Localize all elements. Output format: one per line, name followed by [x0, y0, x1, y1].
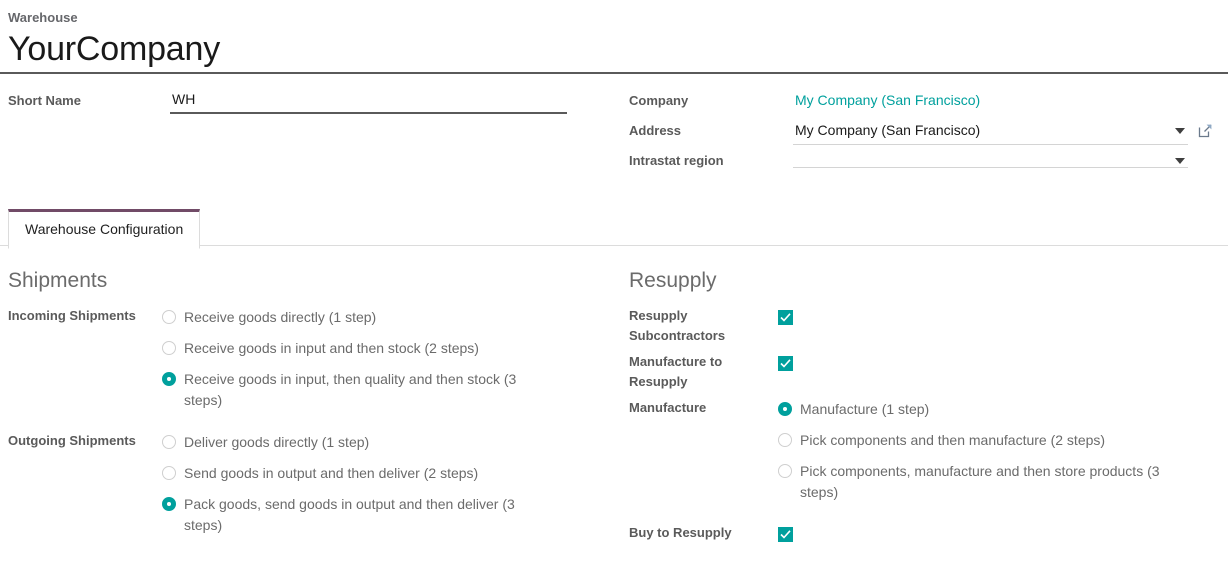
- radio-label: Send goods in output and then deliver (2…: [184, 463, 478, 484]
- external-link-icon[interactable]: [1198, 123, 1213, 138]
- company-link[interactable]: My Company (San Francisco): [793, 88, 980, 110]
- radio-option[interactable]: Pick components and then manufacture (2 …: [778, 430, 1228, 451]
- spacer: [614, 509, 1228, 523]
- form-header: Warehouse YourCompany: [0, 0, 1228, 74]
- manufacture-row: Manufacture Manufacture (1 step) Pick co…: [614, 398, 1228, 503]
- field-column-left: Short Name WH: [0, 88, 614, 178]
- radio-label: Pick components and then manufacture (2 …: [800, 430, 1105, 451]
- radio-icon[interactable]: [162, 341, 176, 355]
- spacer: [0, 417, 614, 431]
- resupply-subcontractors-row: Resupply Subcontractors: [614, 306, 1228, 346]
- manufacture-label: Manufacture: [614, 398, 778, 418]
- field-grid: Short Name WH Company My Company (San Fr…: [0, 74, 1228, 178]
- chevron-down-icon[interactable]: [1175, 128, 1185, 134]
- intrastat-select-value: [793, 148, 1188, 168]
- short-name-input[interactable]: WH: [170, 88, 567, 114]
- radio-option[interactable]: Manufacture (1 step): [778, 399, 1228, 420]
- warehouse-configuration-page: Shipments Incoming Shipments Receive goo…: [0, 246, 1228, 551]
- check-icon: [780, 358, 791, 369]
- shipments-group: Shipments Incoming Shipments Receive goo…: [0, 268, 614, 551]
- address-select-value: My Company (San Francisco): [793, 118, 1188, 145]
- radio-icon-selected[interactable]: [162, 497, 176, 511]
- incoming-shipments-radiogroup: Receive goods directly (1 step) Receive …: [162, 306, 614, 411]
- outgoing-shipments-row: Outgoing Shipments Deliver goods directl…: [0, 431, 614, 536]
- radio-option[interactable]: Pick components, manufacture and then st…: [778, 461, 1228, 503]
- intrastat-value-wrap: [793, 148, 1228, 168]
- radio-label: Receive goods directly (1 step): [184, 307, 376, 328]
- outgoing-shipments-radiogroup: Deliver goods directly (1 step) Send goo…: [162, 431, 614, 536]
- radio-icon[interactable]: [778, 433, 792, 447]
- short-name-value-wrap: WH: [170, 88, 614, 114]
- incoming-shipments-row: Incoming Shipments Receive goods directl…: [0, 306, 614, 411]
- outgoing-shipments-label: Outgoing Shipments: [0, 431, 162, 451]
- radio-label: Pick components, manufacture and then st…: [800, 461, 1180, 503]
- incoming-shipments-label: Incoming Shipments: [0, 306, 162, 326]
- field-row-address: Address My Company (San Francisco): [629, 118, 1228, 146]
- radio-icon[interactable]: [778, 464, 792, 478]
- shipments-title: Shipments: [0, 268, 614, 294]
- field-column-right: Company My Company (San Francisco) Addre…: [614, 88, 1228, 178]
- radio-option[interactable]: Deliver goods directly (1 step): [162, 432, 614, 453]
- radio-icon[interactable]: [162, 310, 176, 324]
- breadcrumb: Warehouse: [8, 10, 1214, 26]
- manufacture-to-resupply-row: Manufacture to Resupply: [614, 352, 1228, 392]
- manufacture-to-resupply-label: Manufacture to Resupply: [614, 352, 778, 392]
- manufacture-to-resupply-checkbox[interactable]: [778, 356, 793, 371]
- radio-option[interactable]: Receive goods in input, then quality and…: [162, 369, 614, 411]
- company-value-wrap: My Company (San Francisco): [793, 88, 1228, 110]
- resupply-subcontractors-label: Resupply Subcontractors: [614, 306, 778, 346]
- intrastat-select[interactable]: [793, 148, 1188, 168]
- resupply-subcontractors-value: [778, 306, 1228, 328]
- buy-to-resupply-label: Buy to Resupply: [614, 523, 778, 543]
- field-row-intrastat: Intrastat region: [629, 148, 1228, 176]
- radio-icon-selected[interactable]: [778, 402, 792, 416]
- manufacture-to-resupply-value: [778, 352, 1228, 374]
- radio-option[interactable]: Pack goods, send goods in output and the…: [162, 494, 614, 536]
- resupply-subcontractors-checkbox[interactable]: [778, 310, 793, 325]
- company-label: Company: [629, 88, 793, 111]
- radio-icon-selected[interactable]: [162, 372, 176, 386]
- radio-label: Pack goods, send goods in output and the…: [184, 494, 534, 536]
- buy-to-resupply-value: [778, 523, 1228, 545]
- check-icon: [780, 312, 791, 323]
- page-title: YourCompany: [8, 28, 1214, 70]
- intrastat-label: Intrastat region: [629, 148, 793, 171]
- short-name-label: Short Name: [8, 88, 170, 111]
- chevron-down-icon[interactable]: [1175, 158, 1185, 164]
- radio-icon[interactable]: [162, 435, 176, 449]
- buy-to-resupply-checkbox[interactable]: [778, 527, 793, 542]
- address-value-wrap: My Company (San Francisco): [793, 118, 1228, 145]
- radio-icon[interactable]: [162, 466, 176, 480]
- notebook-tabs: Warehouse Configuration: [0, 208, 1228, 246]
- manufacture-radiogroup: Manufacture (1 step) Pick components and…: [778, 398, 1228, 503]
- radio-label: Receive goods in input and then stock (2…: [184, 338, 479, 359]
- tab-warehouse-configuration[interactable]: Warehouse Configuration: [8, 209, 200, 249]
- check-icon: [780, 529, 791, 540]
- radio-option[interactable]: Receive goods directly (1 step): [162, 307, 614, 328]
- buy-to-resupply-row: Buy to Resupply: [614, 523, 1228, 545]
- resupply-title: Resupply: [614, 268, 1228, 294]
- radio-label: Manufacture (1 step): [800, 399, 929, 420]
- radio-label: Receive goods in input, then quality and…: [184, 369, 534, 411]
- radio-label: Deliver goods directly (1 step): [184, 432, 369, 453]
- address-label: Address: [629, 118, 793, 141]
- field-row-short-name: Short Name WH: [8, 88, 614, 116]
- radio-option[interactable]: Receive goods in input and then stock (2…: [162, 338, 614, 359]
- radio-option[interactable]: Send goods in output and then deliver (2…: [162, 463, 614, 484]
- resupply-group: Resupply Resupply Subcontractors Manufac…: [614, 268, 1228, 551]
- address-select[interactable]: My Company (San Francisco): [793, 118, 1188, 145]
- field-row-company: Company My Company (San Francisco): [629, 88, 1228, 116]
- warehouse-form: Warehouse YourCompany Short Name WH Comp…: [0, 0, 1228, 551]
